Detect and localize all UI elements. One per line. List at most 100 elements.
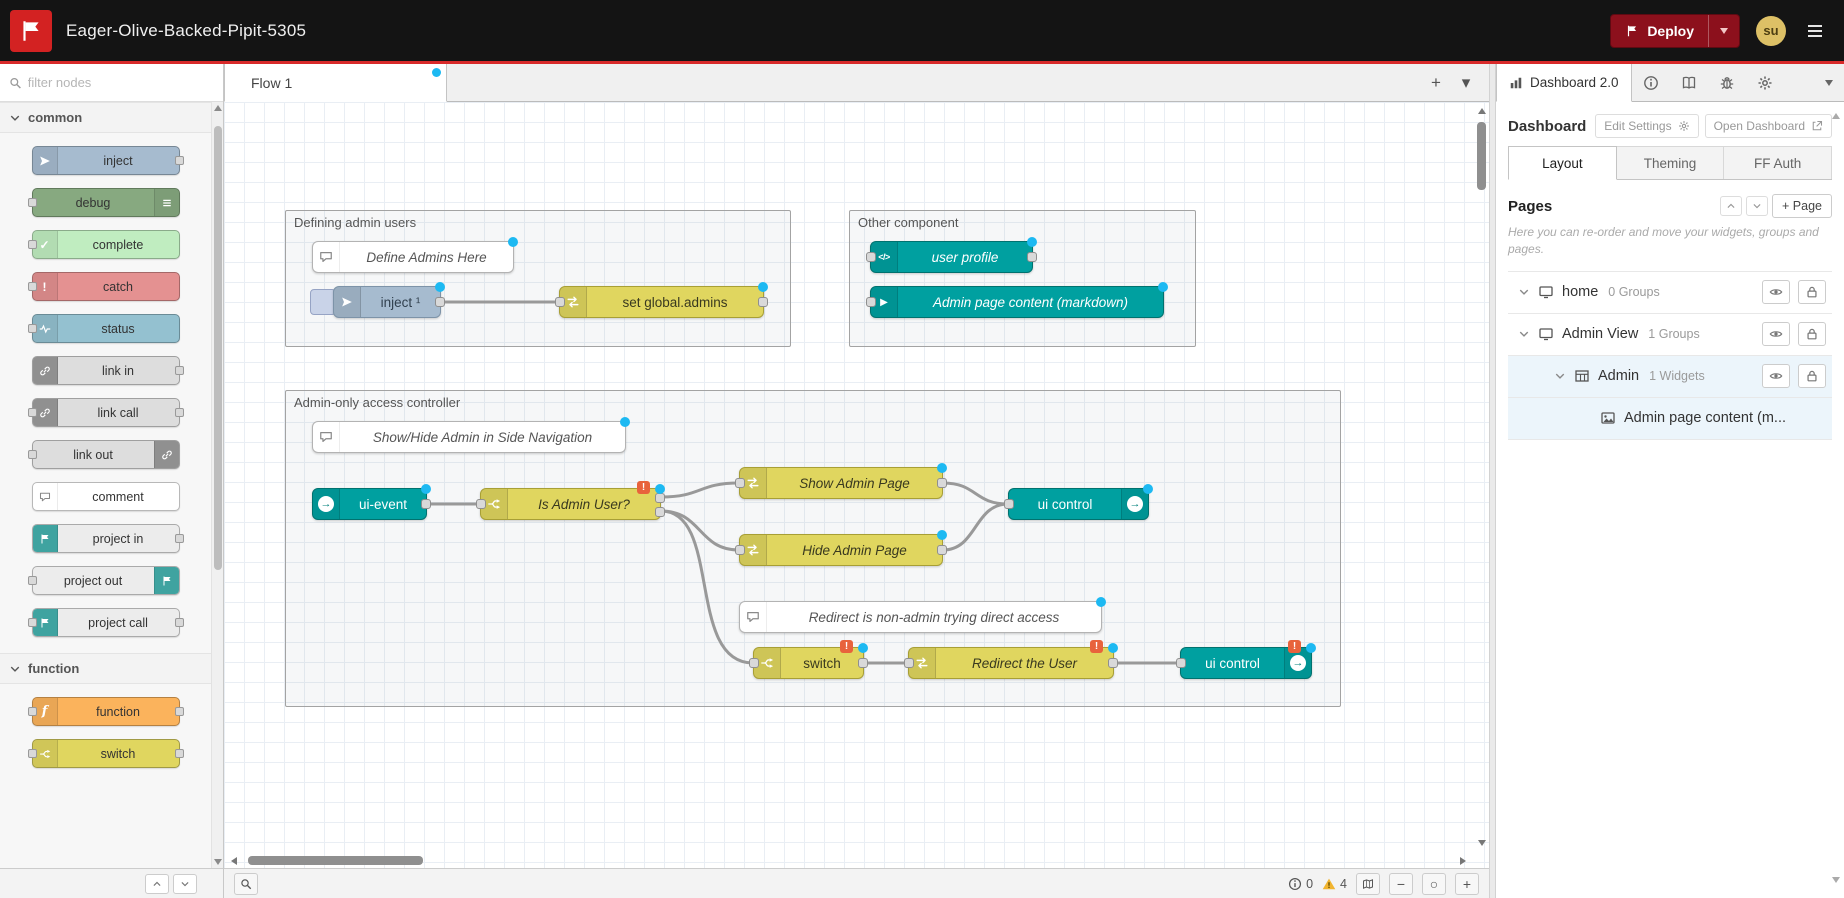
sidebar-tab-list-caret[interactable] bbox=[1814, 64, 1844, 101]
palette-node-debug[interactable]: debug bbox=[32, 188, 180, 217]
expand-pages-button[interactable] bbox=[1746, 196, 1768, 216]
output-port-2[interactable] bbox=[655, 507, 665, 517]
node-change-show-admin-page[interactable]: Show Admin Page bbox=[739, 467, 943, 499]
add-flow-button[interactable]: + bbox=[1423, 71, 1449, 95]
open-dashboard-button[interactable]: Open Dashboard bbox=[1705, 114, 1832, 138]
flow-list-caret[interactable]: ▾ bbox=[1453, 71, 1479, 95]
palette-expand-all-button[interactable] bbox=[173, 874, 197, 894]
palette-node-function[interactable]: f function bbox=[32, 697, 180, 726]
canvas-vertical-scrollbar[interactable] bbox=[1474, 102, 1489, 852]
lock-button[interactable] bbox=[1798, 364, 1826, 388]
output-port[interactable] bbox=[858, 658, 868, 668]
palette-node-complete[interactable]: ✓ complete bbox=[32, 230, 180, 259]
flow-tab[interactable]: Flow 1 bbox=[224, 64, 447, 102]
palette-category-common[interactable]: common bbox=[0, 102, 211, 133]
subtab-layout[interactable]: Layout bbox=[1508, 146, 1617, 180]
output-port[interactable] bbox=[937, 545, 947, 555]
output-port[interactable] bbox=[758, 297, 768, 307]
palette-node-project-call[interactable]: project call bbox=[32, 608, 180, 637]
scroll-down-icon[interactable] bbox=[213, 856, 223, 868]
node-inject[interactable]: inject ¹ bbox=[333, 286, 441, 318]
sidebar-tab-config[interactable] bbox=[1746, 64, 1784, 101]
canvas-horizontal-scrollbar[interactable] bbox=[224, 853, 1473, 868]
tree-row-admin-group[interactable]: Admin 1 Widgets bbox=[1508, 356, 1832, 398]
tree-row-admin-page-content-widget[interactable]: Admin page content (m... bbox=[1508, 398, 1832, 440]
node-switch[interactable]: switch ! bbox=[753, 647, 864, 679]
output-port[interactable] bbox=[937, 478, 947, 488]
palette-scrollbar-thumb[interactable] bbox=[214, 126, 222, 570]
input-port[interactable] bbox=[555, 297, 565, 307]
output-port[interactable] bbox=[421, 499, 431, 509]
chevron-down-icon[interactable] bbox=[1518, 286, 1530, 298]
lock-button[interactable] bbox=[1798, 322, 1826, 346]
palette-collapse-all-button[interactable] bbox=[145, 874, 169, 894]
input-port[interactable] bbox=[1004, 499, 1014, 509]
input-port[interactable] bbox=[735, 545, 745, 555]
palette-node-link-out[interactable]: link out bbox=[32, 440, 180, 469]
user-avatar[interactable]: su bbox=[1756, 16, 1786, 46]
visibility-button[interactable] bbox=[1762, 364, 1790, 388]
node-comment-redirect-non-admin[interactable]: Redirect is non-admin trying direct acce… bbox=[739, 601, 1102, 633]
scroll-right-icon[interactable] bbox=[1457, 855, 1469, 867]
canvas-search-button[interactable] bbox=[234, 873, 258, 895]
output-port[interactable] bbox=[435, 297, 445, 307]
input-port[interactable] bbox=[749, 658, 759, 668]
sidebar-splitter[interactable] bbox=[1489, 64, 1496, 898]
lock-button[interactable] bbox=[1798, 280, 1826, 304]
visibility-button[interactable] bbox=[1762, 322, 1790, 346]
input-port[interactable] bbox=[866, 252, 876, 262]
wire[interactable] bbox=[661, 511, 739, 550]
palette-filter-input[interactable] bbox=[28, 75, 214, 90]
output-port-1[interactable] bbox=[655, 493, 665, 503]
input-port[interactable] bbox=[735, 478, 745, 488]
palette-node-link-call[interactable]: link call bbox=[32, 398, 180, 427]
input-port[interactable] bbox=[476, 499, 486, 509]
sidebar-tab-info[interactable] bbox=[1632, 64, 1670, 101]
node-comment-show-hide-admin[interactable]: Show/Hide Admin in Side Navigation bbox=[312, 421, 626, 453]
scroll-up-icon[interactable] bbox=[213, 102, 223, 114]
output-port[interactable] bbox=[1108, 658, 1118, 668]
node-ui-control-2[interactable]: → ui control ! bbox=[1180, 647, 1312, 679]
wire[interactable] bbox=[661, 483, 739, 497]
palette-node-catch[interactable]: ! catch bbox=[32, 272, 180, 301]
sidebar-tab-help[interactable] bbox=[1670, 64, 1708, 101]
wire[interactable] bbox=[661, 511, 753, 663]
input-port[interactable] bbox=[904, 658, 914, 668]
palette-node-comment[interactable]: comment bbox=[32, 482, 180, 511]
flow-canvas[interactable]: Defining admin users Other component Adm… bbox=[224, 102, 1489, 868]
add-page-button[interactable]: + Page bbox=[1772, 194, 1832, 218]
zoom-out-button[interactable]: − bbox=[1389, 873, 1413, 895]
sidebar-tab-debug[interactable] bbox=[1708, 64, 1746, 101]
zoom-reset-button[interactable]: ○ bbox=[1422, 873, 1446, 895]
edit-settings-button[interactable]: Edit Settings bbox=[1595, 114, 1698, 138]
node-change-redirect-the-user[interactable]: Redirect the User ! bbox=[908, 647, 1114, 679]
palette-node-status[interactable]: status bbox=[32, 314, 180, 343]
deploy-button[interactable]: Deploy bbox=[1610, 14, 1740, 48]
vertical-scroll-thumb[interactable] bbox=[1477, 122, 1486, 190]
node-change-hide-admin-page[interactable]: Hide Admin Page bbox=[739, 534, 943, 566]
chevron-down-icon[interactable] bbox=[1518, 328, 1530, 340]
node-ui-event[interactable]: → ui-event bbox=[312, 488, 427, 520]
deploy-button-main[interactable]: Deploy bbox=[1611, 15, 1708, 47]
wire[interactable] bbox=[943, 483, 1008, 504]
node-ui-template-admin-page-content[interactable]: ▶ Admin page content (markdown) bbox=[870, 286, 1164, 318]
output-port[interactable] bbox=[1027, 252, 1037, 262]
tree-row-admin-view[interactable]: Admin View 1 Groups bbox=[1508, 314, 1832, 356]
info-count[interactable]: 0 bbox=[1288, 877, 1313, 891]
node-ui-template-user-profile[interactable]: </> user profile bbox=[870, 241, 1033, 273]
palette-node-switch[interactable]: switch bbox=[32, 739, 180, 768]
palette-scrollbar[interactable] bbox=[211, 102, 223, 868]
deploy-options-caret[interactable] bbox=[1708, 15, 1739, 47]
subtab-ff-auth[interactable]: FF Auth bbox=[1724, 146, 1832, 179]
warning-count[interactable]: 4 bbox=[1322, 877, 1347, 891]
palette-category-function[interactable]: function bbox=[0, 653, 211, 684]
collapse-pages-button[interactable] bbox=[1720, 196, 1742, 216]
flowfuse-logo-icon[interactable] bbox=[10, 10, 52, 52]
subtab-theming[interactable]: Theming bbox=[1617, 146, 1725, 179]
palette-node-link-in[interactable]: link in bbox=[32, 356, 180, 385]
zoom-in-button[interactable]: + bbox=[1455, 873, 1479, 895]
visibility-button[interactable] bbox=[1762, 280, 1790, 304]
sidebar-tab-dashboard[interactable]: Dashboard 2.0 bbox=[1496, 64, 1632, 102]
palette-node-project-out[interactable]: project out bbox=[32, 566, 180, 595]
horizontal-scroll-thumb[interactable] bbox=[248, 856, 423, 865]
